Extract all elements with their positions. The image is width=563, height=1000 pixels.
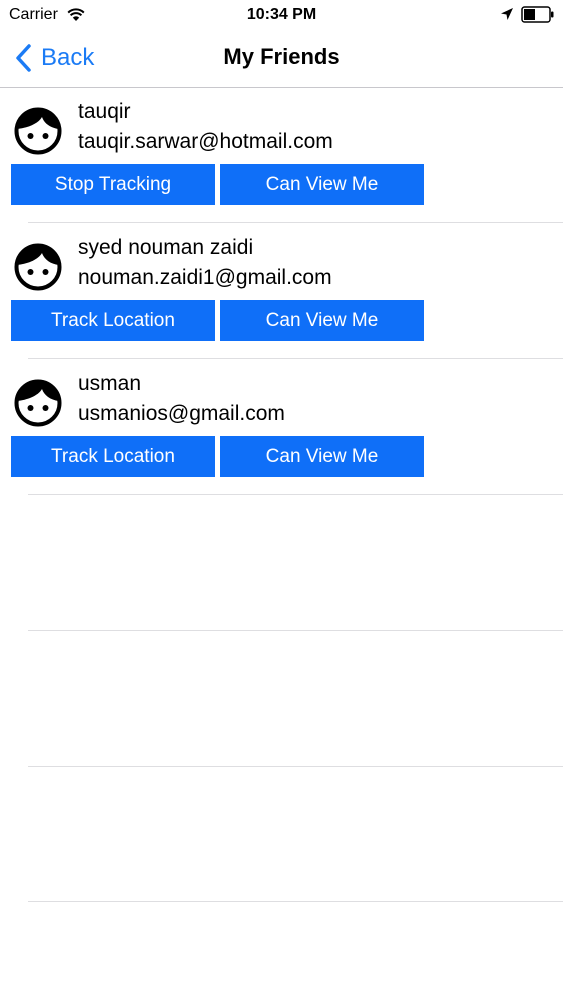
- battery-icon: [521, 6, 554, 23]
- row-separator: [28, 222, 563, 223]
- row-separator: [28, 358, 563, 359]
- friend-name: syed nouman zaidi: [78, 236, 254, 259]
- row-separator: [28, 901, 563, 902]
- row-separator: [28, 630, 563, 631]
- track-location-button[interactable]: Track Location: [11, 436, 215, 477]
- friend-email: tauqir.sarwar@hotmail.com: [78, 130, 333, 153]
- status-bar: Carrier 10:34 PM: [0, 0, 563, 30]
- friend-cell: syed nouman zaidi nouman.zaidi1@gmail.co…: [0, 224, 563, 360]
- friend-cell: usman usmanios@gmail.com Track Location …: [0, 360, 563, 496]
- navigation-bar: Back My Friends: [0, 30, 563, 88]
- can-view-me-button[interactable]: Can View Me: [220, 300, 424, 341]
- friend-name: usman: [78, 372, 142, 395]
- user-avatar-icon: [14, 243, 62, 291]
- friend-email: nouman.zaidi1@gmail.com: [78, 266, 332, 289]
- friend-name: tauqir: [78, 100, 131, 123]
- user-avatar-icon: [14, 379, 62, 427]
- location-arrow-icon: [501, 8, 513, 20]
- track-location-button[interactable]: Track Location: [11, 300, 215, 341]
- status-time: 10:34 PM: [246, 6, 317, 23]
- can-view-me-button[interactable]: Can View Me: [220, 436, 424, 477]
- row-separator: [28, 494, 563, 495]
- user-avatar-icon: [14, 107, 62, 155]
- stop-tracking-button[interactable]: Stop Tracking: [11, 164, 215, 205]
- friend-email: usmanios@gmail.com: [78, 402, 285, 425]
- page-title: My Friends: [223, 44, 340, 69]
- row-separator: [28, 766, 563, 767]
- friend-cell: tauqir tauqir.sarwar@hotmail.com Stop Tr…: [0, 88, 563, 224]
- can-view-me-button[interactable]: Can View Me: [220, 164, 424, 205]
